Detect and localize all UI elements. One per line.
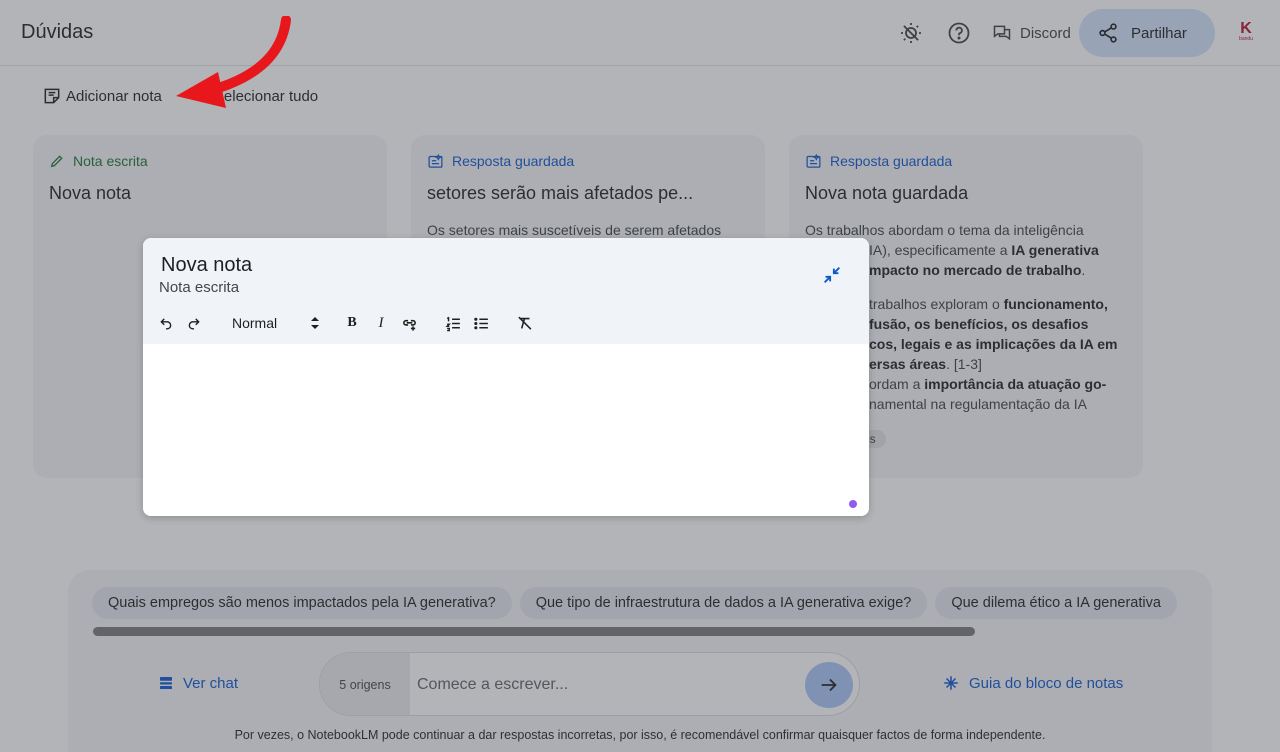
clear-format-button[interactable] bbox=[515, 310, 533, 336]
clear-format-icon bbox=[517, 316, 531, 330]
numbered-list-button[interactable] bbox=[444, 310, 462, 336]
updown-chevron-icon bbox=[311, 317, 319, 329]
collapse-icon bbox=[824, 267, 840, 283]
link-icon bbox=[402, 319, 416, 331]
annotation-arrow bbox=[176, 16, 291, 108]
undo-icon bbox=[160, 318, 172, 330]
italic-button[interactable]: I bbox=[374, 310, 388, 336]
text-format-value: Normal bbox=[232, 315, 278, 331]
numbered-list-icon bbox=[444, 316, 460, 331]
undo-button[interactable] bbox=[158, 310, 174, 336]
bold-button[interactable]: B bbox=[345, 310, 359, 336]
editor-title[interactable]: Nova nota bbox=[161, 254, 252, 277]
editor-toolbar: Normal B I bbox=[143, 310, 869, 336]
editor-subtitle: Nota escrita bbox=[159, 279, 240, 296]
note-content-editor[interactable] bbox=[143, 344, 869, 516]
redo-button[interactable] bbox=[186, 310, 202, 336]
collapse-button[interactable] bbox=[820, 263, 844, 287]
bullet-list-icon bbox=[473, 317, 488, 329]
text-format-select[interactable]: Normal bbox=[232, 310, 320, 336]
note-editor-dialog: Nova nota Nota escrita Normal B I bbox=[143, 238, 869, 516]
link-button[interactable] bbox=[400, 310, 418, 336]
bullet-list-button[interactable] bbox=[472, 310, 490, 336]
editor-header: Nova nota Nota escrita Normal B I bbox=[143, 238, 869, 344]
redo-icon bbox=[188, 318, 200, 330]
resize-handle[interactable] bbox=[849, 500, 857, 508]
